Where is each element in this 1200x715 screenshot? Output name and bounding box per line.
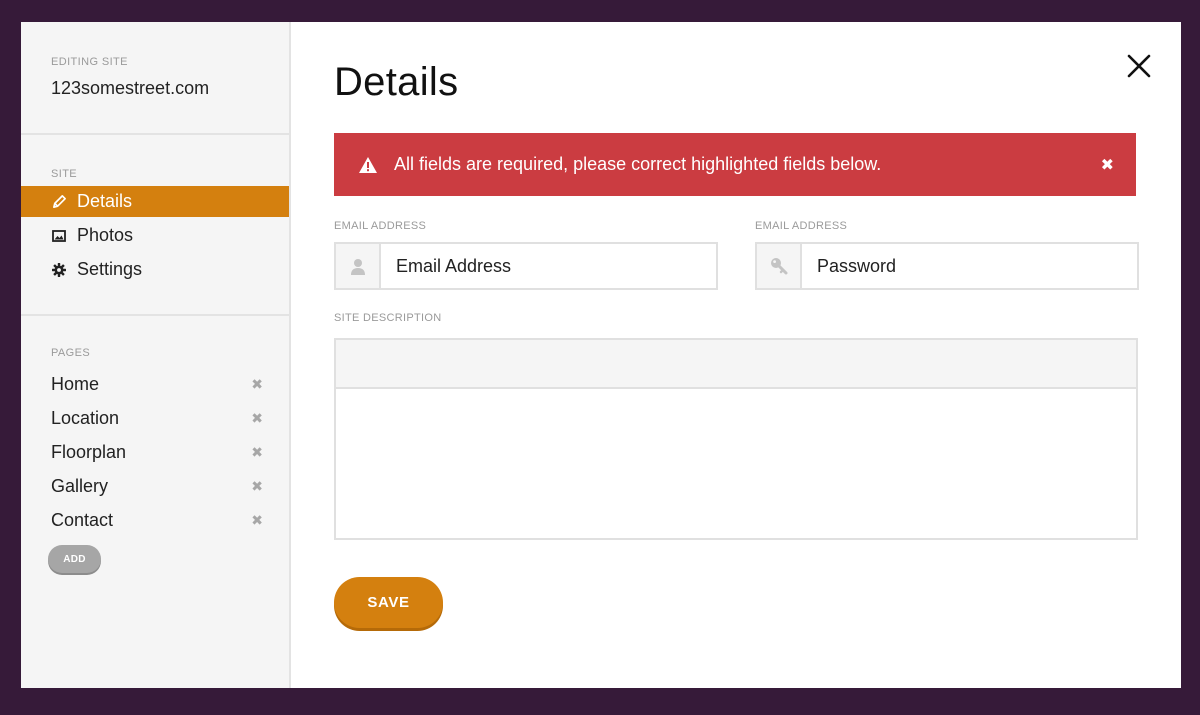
page-title: Details xyxy=(334,60,459,104)
page-item-location[interactable]: Location ✖ xyxy=(21,401,289,435)
page-item-label: Contact xyxy=(51,509,114,530)
site-section-label: SITE xyxy=(51,168,78,180)
pages-section: PAGES Home ✖ Location ✖ Floorplan ✖ Gall… xyxy=(21,316,289,573)
key-icon xyxy=(757,244,802,288)
remove-page-icon[interactable]: ✖ xyxy=(251,410,263,427)
details-panel: Details All fields are required, please … xyxy=(291,22,1181,688)
site-description-editor xyxy=(334,338,1138,540)
alert-close-icon[interactable]: ✖ xyxy=(1101,155,1114,175)
close-icon[interactable] xyxy=(1125,52,1153,80)
page-item-label: Floorplan xyxy=(51,441,127,462)
error-alert: All fields are required, please correct … xyxy=(334,133,1136,196)
credentials-row: EMAIL ADDRESS EMAIL ADDRESS xyxy=(334,220,1181,290)
edit-site-modal: EDITING SITE 123somestreet.com SITE Deta… xyxy=(21,22,1181,688)
remove-page-icon[interactable]: ✖ xyxy=(251,376,263,393)
site-section: SITE Details Photos Settings xyxy=(21,135,289,316)
editor-toolbar xyxy=(336,340,1136,389)
page-item-home[interactable]: Home ✖ xyxy=(21,367,289,401)
email-input-group xyxy=(334,242,718,290)
sidebar-item-label: Photos xyxy=(77,225,134,245)
save-button[interactable]: SAVE xyxy=(334,577,443,628)
page-item-label: Home xyxy=(51,373,100,394)
editing-site-label: EDITING SITE xyxy=(51,56,128,68)
sidebar-item-settings[interactable]: Settings xyxy=(21,254,289,285)
alert-message: All fields are required, please correct … xyxy=(394,154,882,174)
sidebar-item-photos[interactable]: Photos xyxy=(21,220,289,251)
site-description-field[interactable] xyxy=(336,389,1136,538)
image-icon xyxy=(51,228,67,244)
email-field-label: EMAIL ADDRESS xyxy=(334,220,427,232)
site-description-label: SITE DESCRIPTION xyxy=(334,312,442,324)
site-name: 123somestreet.com xyxy=(51,78,210,98)
page-item-gallery[interactable]: Gallery ✖ xyxy=(21,469,289,503)
remove-page-icon[interactable]: ✖ xyxy=(251,444,263,461)
pages-section-label: PAGES xyxy=(51,347,91,359)
email-field[interactable] xyxy=(381,244,716,288)
password-field-group: EMAIL ADDRESS xyxy=(755,220,1139,290)
editing-site-block: EDITING SITE 123somestreet.com xyxy=(21,22,289,135)
page-item-contact[interactable]: Contact ✖ xyxy=(21,503,289,537)
sidebar: EDITING SITE 123somestreet.com SITE Deta… xyxy=(21,22,291,688)
email-field-group: EMAIL ADDRESS xyxy=(334,220,718,290)
page-item-label: Gallery xyxy=(51,475,109,496)
password-input-group xyxy=(755,242,1139,290)
warning-icon xyxy=(358,156,378,174)
gear-icon xyxy=(51,262,67,278)
pencil-icon xyxy=(51,194,67,210)
sidebar-item-details[interactable]: Details xyxy=(21,186,289,217)
remove-page-icon[interactable]: ✖ xyxy=(251,478,263,495)
page-item-label: Location xyxy=(51,407,120,428)
sidebar-item-label: Settings xyxy=(77,259,143,279)
page-item-floorplan[interactable]: Floorplan ✖ xyxy=(21,435,289,469)
password-field-label: EMAIL ADDRESS xyxy=(755,220,848,232)
remove-page-icon[interactable]: ✖ xyxy=(251,512,263,529)
sidebar-item-label: Details xyxy=(77,191,133,211)
user-icon xyxy=(336,244,381,288)
password-field[interactable] xyxy=(802,244,1137,288)
add-page-button[interactable]: ADD xyxy=(48,545,101,573)
